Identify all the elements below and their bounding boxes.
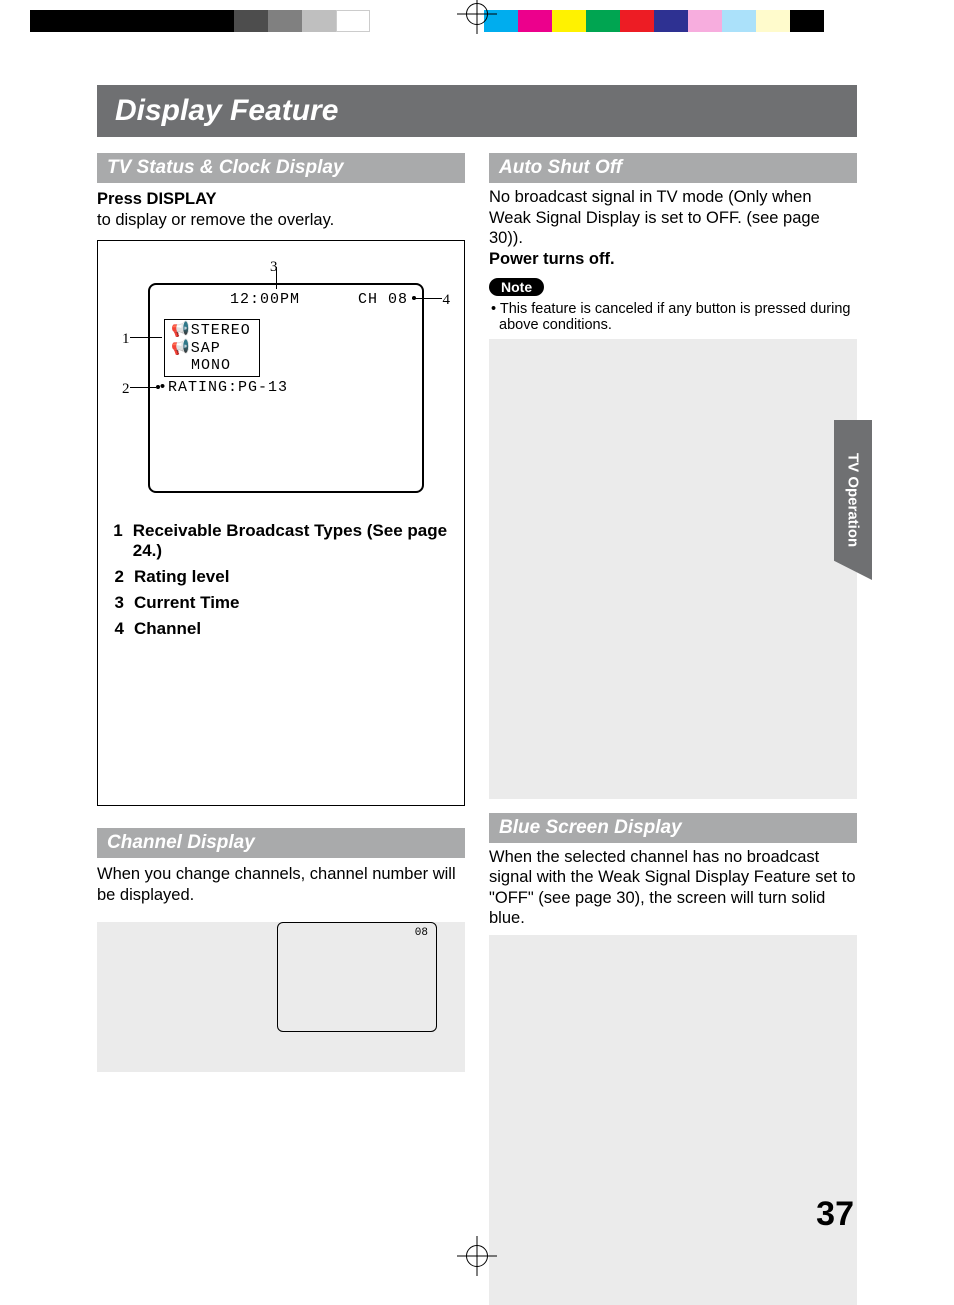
section-blue-screen-header: Blue Screen Display bbox=[489, 813, 857, 843]
osd-audio-box: 📢STEREO 📢SAP MONO bbox=[164, 319, 260, 377]
note-body: • This feature is canceled if any button… bbox=[489, 301, 857, 333]
grey-panel-2 bbox=[489, 935, 857, 1305]
osd-audio-stereo: 📢STEREO bbox=[171, 322, 251, 339]
left-column: TV Status & Clock Display Press DISPLAY … bbox=[97, 153, 465, 1305]
callout-2: 2 bbox=[122, 381, 130, 398]
crosshair-top bbox=[457, 0, 497, 34]
note-block: Note • This feature is canceled if any b… bbox=[489, 278, 857, 333]
page-content: Display Feature TV Status & Clock Displa… bbox=[97, 85, 857, 1305]
color-swatches bbox=[484, 10, 824, 32]
press-display-line: Press DISPLAY to display or remove the o… bbox=[97, 189, 465, 230]
section-tv-status-header: TV Status & Clock Display bbox=[97, 153, 465, 183]
mini-tv-channel: 08 bbox=[415, 927, 428, 939]
crosshair-bottom bbox=[457, 1236, 497, 1276]
osd-audio-sap: 📢SAP bbox=[171, 340, 251, 357]
diagram-legend: 1Receivable Broadcast Types (See page 24… bbox=[108, 521, 454, 639]
osd-time: 12:00PM bbox=[230, 291, 300, 308]
channel-display-panel: 08 bbox=[97, 922, 465, 1072]
right-column: Auto Shut Off No broadcast signal in TV … bbox=[489, 153, 857, 1305]
mini-tv-frame: 08 bbox=[277, 922, 437, 1032]
grey-panel-1 bbox=[489, 339, 857, 799]
note-pill: Note bbox=[489, 278, 544, 296]
osd-channel: CH 08 bbox=[358, 291, 408, 308]
auto-shutoff-body: No broadcast signal in TV mode (Only whe… bbox=[489, 187, 857, 249]
callout-1: 1 bbox=[122, 331, 130, 348]
bw-swatches bbox=[30, 10, 370, 32]
tv-frame: 12:00PM CH 08 📢STEREO 📢SAP MONO •RATING:… bbox=[148, 283, 424, 493]
page-title-bar: Display Feature bbox=[97, 85, 857, 137]
callout-4: 4 bbox=[443, 292, 451, 309]
osd-audio-mono: MONO bbox=[171, 357, 251, 374]
section-channel-display-header: Channel Display bbox=[97, 828, 465, 858]
osd-rating: •RATING:PG-13 bbox=[158, 379, 288, 396]
page-title: Display Feature bbox=[115, 94, 338, 128]
press-display-rest: to display or remove the overlay. bbox=[97, 211, 334, 229]
page-number: 37 bbox=[816, 1195, 854, 1234]
press-display-bold: Press DISPLAY bbox=[97, 190, 217, 208]
auto-shutoff-power: Power turns off. bbox=[489, 249, 857, 270]
side-tab-tv-operation: TV Operation bbox=[834, 420, 872, 580]
section-auto-shutoff-header: Auto Shut Off bbox=[489, 153, 857, 183]
blue-screen-body: When the selected channel has no broadca… bbox=[489, 847, 857, 930]
tv-status-diagram: 12:00PM CH 08 📢STEREO 📢SAP MONO •RATING:… bbox=[97, 240, 465, 806]
channel-display-body: When you change channels, channel number… bbox=[97, 864, 465, 905]
